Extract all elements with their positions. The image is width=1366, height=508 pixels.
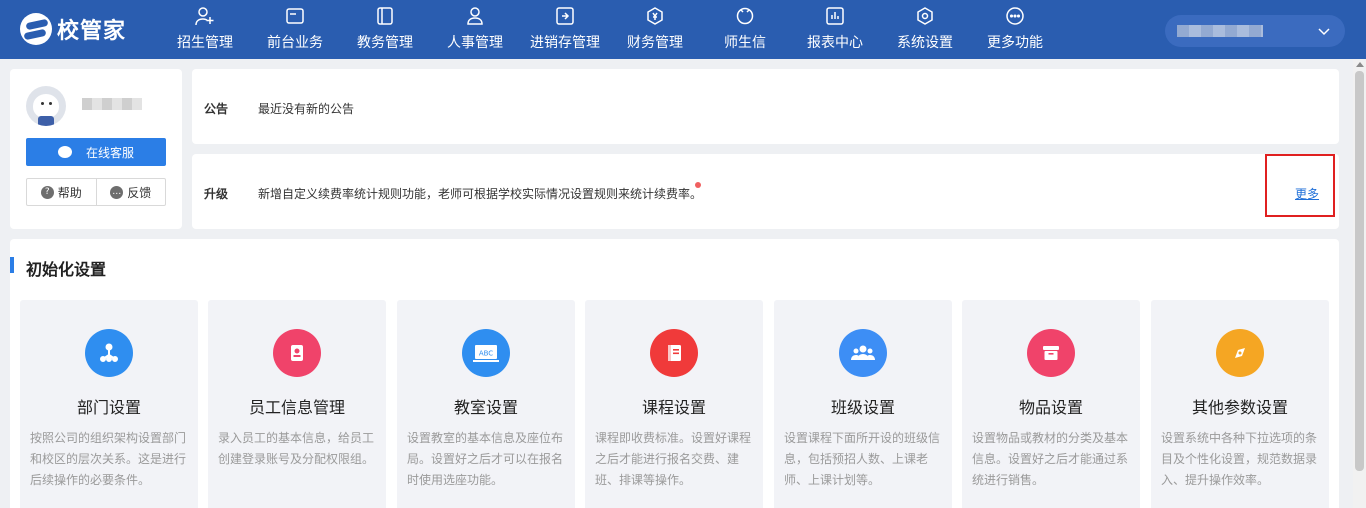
nav-label: 系统设置 xyxy=(897,35,953,51)
card-goods-settings[interactable]: 物品设置 设置物品或教材的分类及基本信息。设置好之后才能通过系统进行销售。 xyxy=(962,300,1140,508)
feedback-button[interactable]: … 反馈 xyxy=(95,179,166,205)
nav-item-inventory[interactable]: 进销存管理 xyxy=(520,0,610,59)
card-title: 员工信息管理 xyxy=(248,398,345,417)
card-desc: 设置课程下面所开设的班级信息，包括预招人数、上课老师、上课计划等。 xyxy=(784,431,941,487)
card-desc: 录入员工的基本信息，给员工创建登录账号及分配权限组。 xyxy=(218,431,375,466)
announcement-text: 最近没有新的公告 xyxy=(258,102,355,116)
more-icon xyxy=(1005,6,1025,26)
feedback-icon: … xyxy=(110,185,124,199)
card-title: 其他参数设置 xyxy=(1191,398,1288,417)
desk-icon xyxy=(285,6,305,26)
org-tree-icon xyxy=(85,329,133,377)
card-title: 部门设置 xyxy=(76,398,141,417)
nav-label: 人事管理 xyxy=(447,35,503,51)
inventory-icon xyxy=(555,6,575,26)
class-group-icon xyxy=(839,329,887,377)
card-title: 物品设置 xyxy=(1018,398,1083,417)
nav-item-more[interactable]: 更多功能 xyxy=(970,0,1060,59)
nav-item-admissions[interactable]: 招生管理 xyxy=(160,0,250,59)
goods-box-icon xyxy=(1027,329,1075,377)
card-desc: 设置系统中各种下拉选项的条目及个性化设置，规范数据录入、提升操作效率。 xyxy=(1161,431,1318,487)
brand-name: 校管家 xyxy=(57,19,127,44)
logo-mark-icon xyxy=(20,13,52,45)
nav-label: 教务管理 xyxy=(357,35,413,51)
finance-icon xyxy=(645,6,665,26)
user-name-redacted xyxy=(82,98,142,110)
classroom-icon: ABC xyxy=(462,329,510,377)
book-icon xyxy=(375,6,395,26)
card-title: 课程设置 xyxy=(641,398,706,417)
chevron-down-icon xyxy=(1317,24,1331,41)
more-link[interactable]: 更多 xyxy=(1295,185,1319,202)
nav-item-hr[interactable]: 人事管理 xyxy=(430,0,520,59)
svg-text:ABC: ABC xyxy=(479,350,493,358)
card-staff-info[interactable]: 员工信息管理 录入员工的基本信息，给员工创建登录账号及分配权限组。 xyxy=(208,300,386,508)
id-card-icon xyxy=(273,329,321,377)
section-accent-bar xyxy=(10,257,14,273)
nav-label: 师生信 xyxy=(724,35,766,51)
scrollbar-thumb[interactable] xyxy=(1355,71,1364,471)
question-icon: ? xyxy=(40,185,54,199)
card-class-settings[interactable]: 班级设置 设置课程下面所开设的班级信息，包括预招人数、上课老师、上课计划等。 xyxy=(774,300,952,508)
card-desc: 课程即收费标准。设置好课程之后才能进行报名交费、建班、排课等操作。 xyxy=(595,431,752,487)
brand-logo[interactable]: 校管家 xyxy=(20,12,126,46)
avatar[interactable] xyxy=(26,86,66,126)
nav-item-front-desk[interactable]: 前台业务 xyxy=(250,0,340,59)
card-desc: 按照公司的组织架构设置部门和校区的层次关系。这是进行后续操作的必要条件。 xyxy=(30,431,187,487)
account-name-redacted xyxy=(1177,25,1263,37)
add-user-icon xyxy=(195,6,215,26)
nav-label: 前台业务 xyxy=(267,35,323,51)
help-label: 帮助 xyxy=(57,185,82,200)
nav-label: 财务管理 xyxy=(627,35,683,51)
scroll-up-arrow-icon[interactable] xyxy=(1356,62,1364,67)
card-department-settings[interactable]: 部门设置 按照公司的组织架构设置部门和校区的层次关系。这是进行后续操作的必要条件… xyxy=(20,300,198,508)
course-icon xyxy=(650,329,698,377)
section-title: 初始化设置 xyxy=(26,260,107,279)
avatar-eye xyxy=(41,102,44,105)
nav-item-messages[interactable]: 师生信 xyxy=(700,0,790,59)
person-icon xyxy=(465,6,485,26)
card-classroom-settings[interactable]: ABC 教室设置 设置教室的基本信息及座位布局。设置好之后才可以在报名时使用选座… xyxy=(397,300,575,508)
nav-item-finance[interactable]: 财务管理 xyxy=(610,0,700,59)
help-feedback-group: ? 帮助 … 反馈 xyxy=(26,178,166,206)
card-title: 班级设置 xyxy=(830,398,895,417)
settings-icon xyxy=(915,6,935,26)
upgrade-card: 升级 新增自定义续费率统计规则功能，老师可根据学校实际情况设置规则来统计续费率。… xyxy=(192,154,1339,229)
nav-label: 进销存管理 xyxy=(530,35,600,51)
help-button[interactable]: ? 帮助 xyxy=(27,179,96,205)
account-switcher[interactable] xyxy=(1165,15,1345,47)
card-course-settings[interactable]: 课程设置 课程即收费标准。设置好课程之后才能进行报名交费、建班、排课等操作。 xyxy=(585,300,763,508)
page-scrollbar[interactable] xyxy=(1353,59,1366,508)
profile-card: 在线客服 ? 帮助 … 反馈 xyxy=(10,69,182,229)
avatar-body xyxy=(38,116,54,126)
compass-icon xyxy=(1216,329,1264,377)
online-service-label: 在线客服 xyxy=(85,145,134,160)
card-other-params[interactable]: 其他参数设置 设置系统中各种下拉选项的条目及个性化设置，规范数据录入、提升操作效… xyxy=(1151,300,1329,508)
card-desc: 设置物品或教材的分类及基本信息。设置好之后才能通过系统进行销售。 xyxy=(972,431,1129,487)
main-nav: 招生管理 前台业务 教务管理 人事管理 进销存管理 财务管理 师生信 报表中心 … xyxy=(160,0,1060,59)
feedback-label: 反馈 xyxy=(127,185,152,200)
message-icon xyxy=(735,6,755,26)
card-desc: 设置教室的基本信息及座位布局。设置好之后才可以在报名时使用选座功能。 xyxy=(407,431,564,487)
nav-label: 更多功能 xyxy=(987,35,1043,51)
avatar-eye xyxy=(49,102,52,105)
report-icon xyxy=(825,6,845,26)
online-service-button[interactable]: 在线客服 xyxy=(26,138,166,166)
announcement-tag: 公告 xyxy=(204,102,229,116)
nav-label: 报表中心 xyxy=(807,35,863,51)
nav-label: 招生管理 xyxy=(177,35,233,51)
nav-item-reports[interactable]: 报表中心 xyxy=(790,0,880,59)
nav-item-system-settings[interactable]: 系统设置 xyxy=(880,0,970,59)
init-settings-panel: 初始化设置 部门设置 按照公司的组织架构设置部门和校区的层次关系。这是进行后续操… xyxy=(10,239,1339,508)
nav-item-academic[interactable]: 教务管理 xyxy=(340,0,430,59)
card-title: 教室设置 xyxy=(453,398,518,417)
announcement-card: 公告 最近没有新的公告 xyxy=(192,69,1339,144)
top-navigation-bar: 校管家 招生管理 前台业务 教务管理 人事管理 进销存管理 财务管理 师生信 报… xyxy=(0,0,1366,59)
chat-bubble-icon xyxy=(57,146,72,158)
upgrade-text[interactable]: 新增自定义续费率统计规则功能，老师可根据学校实际情况设置规则来统计续费率。 xyxy=(258,185,702,202)
avatar-face xyxy=(33,94,59,118)
new-indicator-dot xyxy=(695,182,701,188)
upgrade-tag: 升级 xyxy=(204,187,229,201)
